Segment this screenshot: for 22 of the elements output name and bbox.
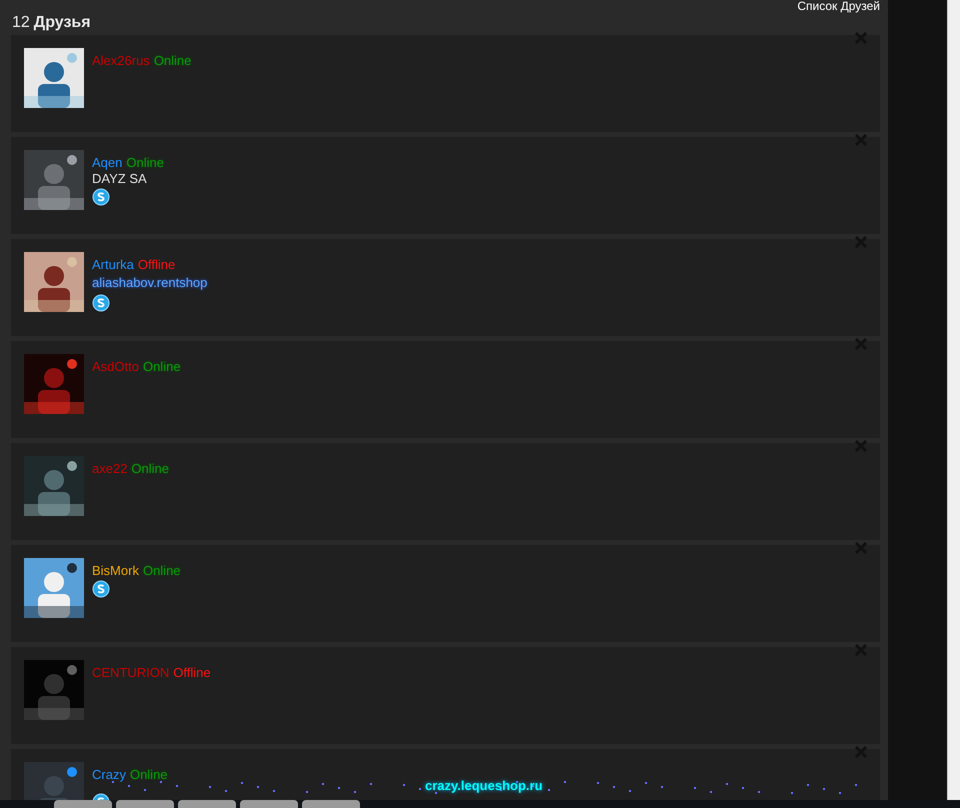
friends-list-link[interactable]: Список Друзей [797, 0, 880, 12]
friend-name[interactable]: Alex26rus [92, 53, 150, 69]
friend-name[interactable]: axe22 [92, 461, 128, 477]
page-title: Друзья [34, 13, 91, 33]
friend-name[interactable]: Aqen [92, 155, 122, 171]
friend-name[interactable]: AsdOtto [92, 359, 139, 375]
online-status: Online [130, 767, 168, 783]
online-status: Offline [173, 665, 211, 681]
friend-name[interactable]: Arturka [92, 257, 134, 273]
online-status: Online [131, 461, 169, 477]
online-status: Online [142, 563, 181, 579]
online-status: Online [154, 53, 192, 69]
friend-count: 12 [12, 13, 30, 33]
online-status: Online [126, 155, 164, 171]
online-status: Online [142, 359, 181, 375]
friend-name[interactable]: Crazy [92, 767, 126, 783]
friend-name[interactable]: BisMork [92, 563, 139, 579]
status-text: DAYZ SA [92, 171, 148, 187]
online-status: Offline [138, 257, 176, 273]
site-link[interactable]: crazy.lequeshop.ru [425, 778, 543, 793]
profile-link[interactable]: aliashabov.rentshop [92, 275, 208, 290]
friend-name[interactable]: CENTURION [92, 665, 170, 681]
